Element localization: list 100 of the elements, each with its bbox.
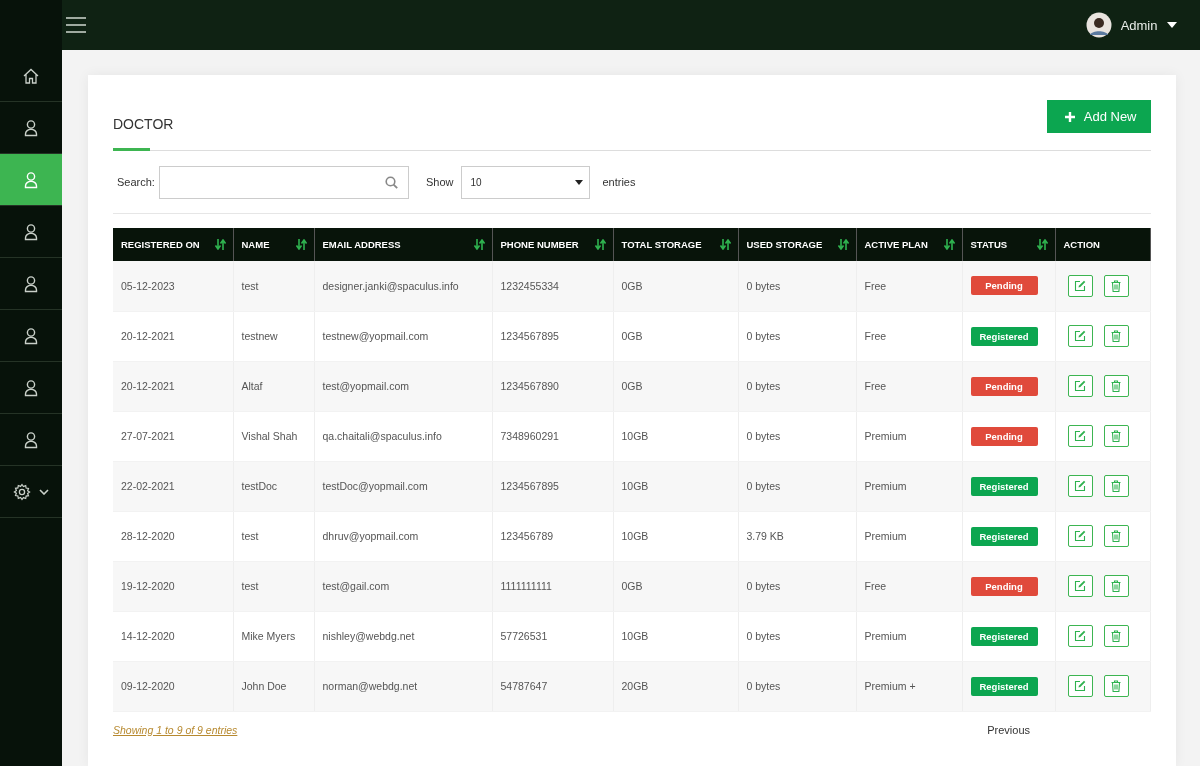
trash-icon bbox=[1110, 530, 1122, 542]
table-cell: qa.chaitali@spaculus.info bbox=[314, 411, 492, 461]
search-label: Search: bbox=[117, 176, 155, 188]
status-badge: Registered bbox=[970, 326, 1038, 346]
table-cell: 0 bytes bbox=[738, 611, 856, 661]
table-cell: Free bbox=[856, 261, 962, 311]
table-cell: testnew@yopmail.com bbox=[314, 311, 492, 361]
gear-icon bbox=[13, 482, 31, 501]
table-cell: Premium bbox=[856, 611, 962, 661]
chevron-icon bbox=[39, 488, 49, 495]
delete-button[interactable] bbox=[1103, 575, 1129, 597]
edit-icon bbox=[1074, 530, 1086, 542]
table-cell: test@gail.com bbox=[314, 561, 492, 611]
entries-info: Showing 1 to 9 of 9 entries bbox=[113, 723, 238, 736]
table-cell: test bbox=[233, 511, 314, 561]
edit-button[interactable] bbox=[1067, 525, 1093, 547]
table-cell: 1234567890 bbox=[492, 361, 613, 411]
status-badge: Pending bbox=[970, 576, 1038, 596]
user-icon bbox=[22, 274, 40, 293]
table-cell: Premium bbox=[856, 461, 962, 511]
table-cell: Free bbox=[856, 311, 962, 361]
table-cell: Premium + bbox=[856, 661, 962, 711]
table-cell: 10GB bbox=[613, 611, 738, 661]
table-cell: testnew bbox=[233, 311, 314, 361]
table-cell: 0GB bbox=[613, 261, 738, 311]
table-cell: testDoc@yopmail.com bbox=[314, 461, 492, 511]
column-header[interactable]: ACTIVE PLAN bbox=[856, 228, 962, 261]
table-cell: 0 bytes bbox=[738, 661, 856, 711]
column-header[interactable]: TOTAL STORAGE bbox=[613, 228, 738, 261]
status-badge: Registered bbox=[970, 526, 1038, 546]
delete-button[interactable] bbox=[1103, 475, 1129, 497]
table-cell: 1111111111 bbox=[492, 561, 613, 611]
delete-button[interactable] bbox=[1103, 325, 1129, 347]
edit-button[interactable] bbox=[1067, 675, 1093, 697]
column-header[interactable]: STATUS bbox=[962, 228, 1055, 261]
home-icon bbox=[22, 66, 40, 85]
sort-icon[interactable] bbox=[837, 239, 849, 250]
table-cell: 0GB bbox=[613, 311, 738, 361]
menu-icon[interactable] bbox=[66, 17, 86, 33]
table-cell: Vishal Shah bbox=[233, 411, 314, 461]
user-icon bbox=[22, 326, 40, 345]
column-header[interactable]: USED STORAGE bbox=[738, 228, 856, 261]
delete-button[interactable] bbox=[1103, 675, 1129, 697]
trash-icon bbox=[1110, 430, 1122, 442]
user-icon bbox=[22, 170, 40, 189]
table-cell: 123456789 bbox=[492, 511, 613, 561]
table-cell: 0 bytes bbox=[738, 261, 856, 311]
table-cell: 28-12-2020 bbox=[113, 511, 233, 561]
trash-icon bbox=[1110, 630, 1122, 642]
column-header[interactable]: PHONE NUMBER bbox=[492, 228, 613, 261]
delete-button[interactable] bbox=[1103, 425, 1129, 447]
sort-icon[interactable] bbox=[594, 239, 606, 250]
edit-icon bbox=[1074, 580, 1086, 592]
previous-link[interactable]: Previous bbox=[987, 723, 1150, 736]
trash-icon bbox=[1110, 480, 1122, 492]
table-cell: Free bbox=[856, 561, 962, 611]
table-cell: dhruv@yopmail.com bbox=[314, 511, 492, 561]
edit-button[interactable] bbox=[1067, 575, 1093, 597]
edit-button[interactable] bbox=[1067, 625, 1093, 647]
table-cell: test@yopmail.com bbox=[314, 361, 492, 411]
trash-icon bbox=[1110, 580, 1122, 592]
table-cell: 09-12-2020 bbox=[113, 661, 233, 711]
user-name[interactable]: Admin bbox=[1120, 17, 1158, 33]
table-cell: testDoc bbox=[233, 461, 314, 511]
table-cell: designer.janki@spaculus.info bbox=[314, 261, 492, 311]
table-cell: 10GB bbox=[613, 511, 738, 561]
column-header[interactable]: NAME bbox=[233, 228, 314, 261]
sort-icon[interactable] bbox=[943, 239, 955, 250]
sort-icon[interactable] bbox=[1036, 239, 1048, 250]
sort-icon[interactable] bbox=[295, 239, 307, 250]
trash-icon bbox=[1110, 380, 1122, 392]
table-cell: 0 bytes bbox=[738, 461, 856, 511]
table-cell: Premium bbox=[856, 411, 962, 461]
search-field[interactable] bbox=[158, 165, 409, 199]
edit-button[interactable] bbox=[1067, 274, 1093, 297]
table-cell: 10GB bbox=[613, 411, 738, 461]
delete-button[interactable] bbox=[1103, 375, 1129, 397]
edit-button[interactable] bbox=[1067, 375, 1093, 397]
delete-button[interactable] bbox=[1103, 525, 1129, 547]
column-header[interactable]: REGISTERED ON bbox=[113, 228, 233, 261]
avatar-icon[interactable] bbox=[1085, 12, 1112, 38]
edit-icon bbox=[1074, 680, 1086, 692]
edit-button[interactable] bbox=[1067, 325, 1093, 347]
edit-button[interactable] bbox=[1067, 475, 1093, 497]
caret-icon[interactable] bbox=[1166, 22, 1177, 28]
delete-button[interactable] bbox=[1103, 625, 1129, 647]
sort-icon[interactable] bbox=[719, 239, 731, 250]
plus-icon bbox=[1064, 111, 1075, 122]
sort-icon[interactable] bbox=[214, 239, 226, 250]
column-header[interactable]: ACTION bbox=[1055, 228, 1150, 261]
edit-button[interactable] bbox=[1067, 425, 1093, 447]
trash-icon bbox=[1110, 680, 1122, 692]
page-size-select[interactable]: 10 bbox=[461, 165, 591, 199]
delete-button[interactable] bbox=[1103, 274, 1129, 297]
column-header[interactable]: EMAIL ADDRESS bbox=[314, 228, 492, 261]
table-cell: 1234567895 bbox=[492, 311, 613, 361]
search-icon[interactable] bbox=[384, 175, 398, 189]
edit-icon bbox=[1074, 330, 1086, 342]
sort-icon[interactable] bbox=[473, 239, 485, 250]
show-label: Show bbox=[425, 176, 454, 188]
